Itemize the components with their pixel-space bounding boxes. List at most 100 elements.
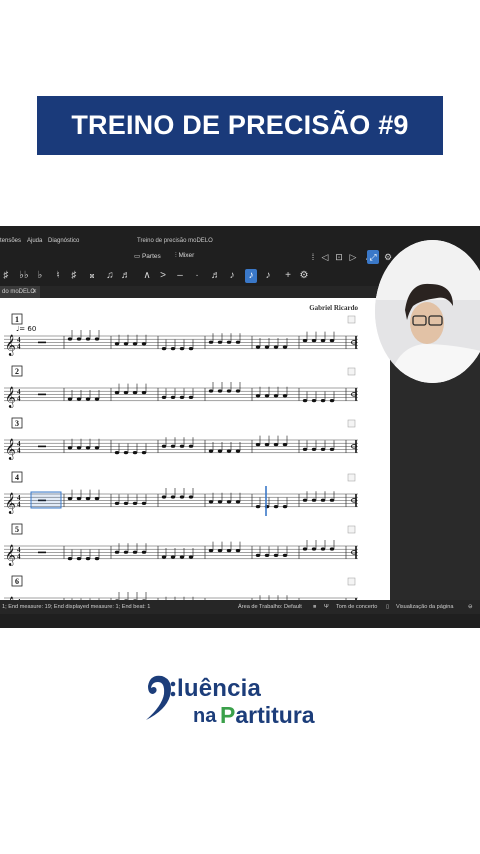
marcato-icon[interactable]: > <box>157 269 169 283</box>
sharp-icon-2[interactable]: ♯ <box>68 269 80 283</box>
note-head <box>226 549 232 553</box>
note-head <box>188 495 194 499</box>
tenuto-icon[interactable]: – <box>174 269 186 283</box>
note-head <box>161 347 167 351</box>
menu-item-help[interactable]: Ajuda <box>27 238 42 244</box>
note-head <box>320 498 326 502</box>
note-head <box>282 345 288 349</box>
tuplet-icon[interactable]: ♬ <box>120 269 132 283</box>
toolbar-settings-icon[interactable]: ⚙ <box>298 269 310 283</box>
system-number: 2 <box>15 367 19 376</box>
note-head <box>302 547 308 551</box>
brand-line-1: luência <box>177 675 262 702</box>
sharp-icon[interactable]: ♯ <box>0 269 12 283</box>
beam-16th-icon[interactable]: ♬ <box>210 269 222 283</box>
note-head <box>264 443 270 447</box>
system-number: 1 <box>15 315 19 324</box>
note-head <box>141 391 147 395</box>
status-position: 1; End measure: 19; End displayed measur… <box>2 604 151 610</box>
note-head <box>264 394 270 398</box>
play-icon[interactable]: ▷ <box>348 250 358 264</box>
note-head <box>311 399 317 403</box>
whole-rest <box>38 551 46 554</box>
note-head <box>302 498 308 502</box>
note-head <box>114 391 120 395</box>
note-head <box>329 547 335 551</box>
note-head <box>85 557 91 561</box>
page-view-icon: ▯ <box>386 604 390 610</box>
note-head <box>273 345 279 349</box>
double-flat-icon[interactable]: ♭♭ <box>18 269 30 283</box>
close-icon[interactable]: ✕ <box>32 286 37 298</box>
note-head <box>320 399 326 403</box>
note-head <box>217 340 223 344</box>
selection-box <box>30 491 62 509</box>
note-head <box>114 451 120 455</box>
note-head <box>132 342 138 346</box>
note-head <box>273 553 279 557</box>
note-head <box>141 550 147 554</box>
staff-systems: 1𝄞44♩= 602𝄞443𝄞444𝄞445𝄞446𝄞44 <box>4 313 358 600</box>
note-head <box>329 498 335 502</box>
status-concert-pitch[interactable]: Tom de concerto <box>336 604 377 610</box>
note-head <box>94 497 100 501</box>
note-head <box>235 500 241 504</box>
note-head <box>329 399 335 403</box>
note-head <box>161 555 167 559</box>
note-head <box>76 446 82 450</box>
whole-rest <box>38 341 46 344</box>
note-head <box>76 557 82 561</box>
brand-line-2b-rest: artitura <box>235 702 315 728</box>
note-head <box>311 447 317 451</box>
note-head <box>188 444 194 448</box>
note-head <box>170 395 176 399</box>
natural-icon[interactable]: ♮ <box>52 269 64 283</box>
beam-8th-icon[interactable]: ♪ <box>226 269 238 283</box>
menu-item-extensions[interactable]: tensões <box>0 238 21 244</box>
page: TREINO DE PRECISÃO #9 tensões Ajuda Diag… <box>0 0 480 854</box>
status-workspace[interactable]: Área de Trabalho: Default <box>238 604 302 610</box>
note-head <box>329 447 335 451</box>
banner-title: TREINO DE PRECISÃO #9 <box>71 110 409 140</box>
flip-icon[interactable]: ⤢ <box>367 250 379 264</box>
note-head <box>329 339 335 343</box>
beam-group-icon[interactable]: ♫ <box>104 269 116 283</box>
note-head <box>76 497 82 501</box>
voice-1-icon[interactable]: ♪ <box>245 269 257 283</box>
voice-2-icon[interactable]: ♪ <box>262 269 274 283</box>
note-head <box>123 550 129 554</box>
score-page[interactable]: Gabriel Ricardo 1 𝄞 4 4 ♩= 60 2 𝄞 4 4 3 𝄞 4 4 4 𝄞 4 4 5 𝄞 4… <box>0 298 390 600</box>
note-head <box>302 399 308 403</box>
accent-icon[interactable]: ∧ <box>141 269 153 283</box>
tab-score[interactable]: do moDELO ✕ <box>0 286 40 298</box>
note-head <box>67 557 73 561</box>
rewind-icon[interactable]: ◁ <box>320 250 330 264</box>
loop-icon[interactable]: ⊡ <box>334 250 344 264</box>
note-head <box>161 495 167 499</box>
note-head <box>226 389 232 393</box>
staccato-icon[interactable]: · <box>191 269 203 283</box>
menu-item-diagnostics[interactable]: Diagnóstico <box>48 238 79 244</box>
flat-icon[interactable]: ♭ <box>34 269 46 283</box>
zoom-icon[interactable]: ⊖ <box>468 604 473 610</box>
note-head <box>208 340 214 344</box>
double-sharp-icon[interactable]: 𝄪 <box>86 269 98 283</box>
parts-button[interactable]: ▭ Partes <box>134 252 161 260</box>
note-head <box>161 444 167 448</box>
note-head <box>255 394 261 398</box>
whole-rest <box>38 445 46 448</box>
mixer-button[interactable]: ⫶ Mixer <box>175 252 194 260</box>
status-page-view[interactable]: Visualização da página <box>396 604 453 610</box>
treble-clef-icon: 𝄞 <box>5 493 16 514</box>
note-head <box>123 342 129 346</box>
add-icon[interactable]: + <box>282 269 294 283</box>
note-head <box>141 342 147 346</box>
time-sig-bottom: 4 <box>17 553 21 561</box>
brand-line-2b-p: P <box>220 702 236 728</box>
note-head <box>217 500 223 504</box>
note-head <box>85 397 91 401</box>
note-head <box>320 447 326 451</box>
note-head <box>282 394 288 398</box>
note-head <box>320 547 326 551</box>
window-title: Treino de precisão moDELO <box>137 238 213 244</box>
